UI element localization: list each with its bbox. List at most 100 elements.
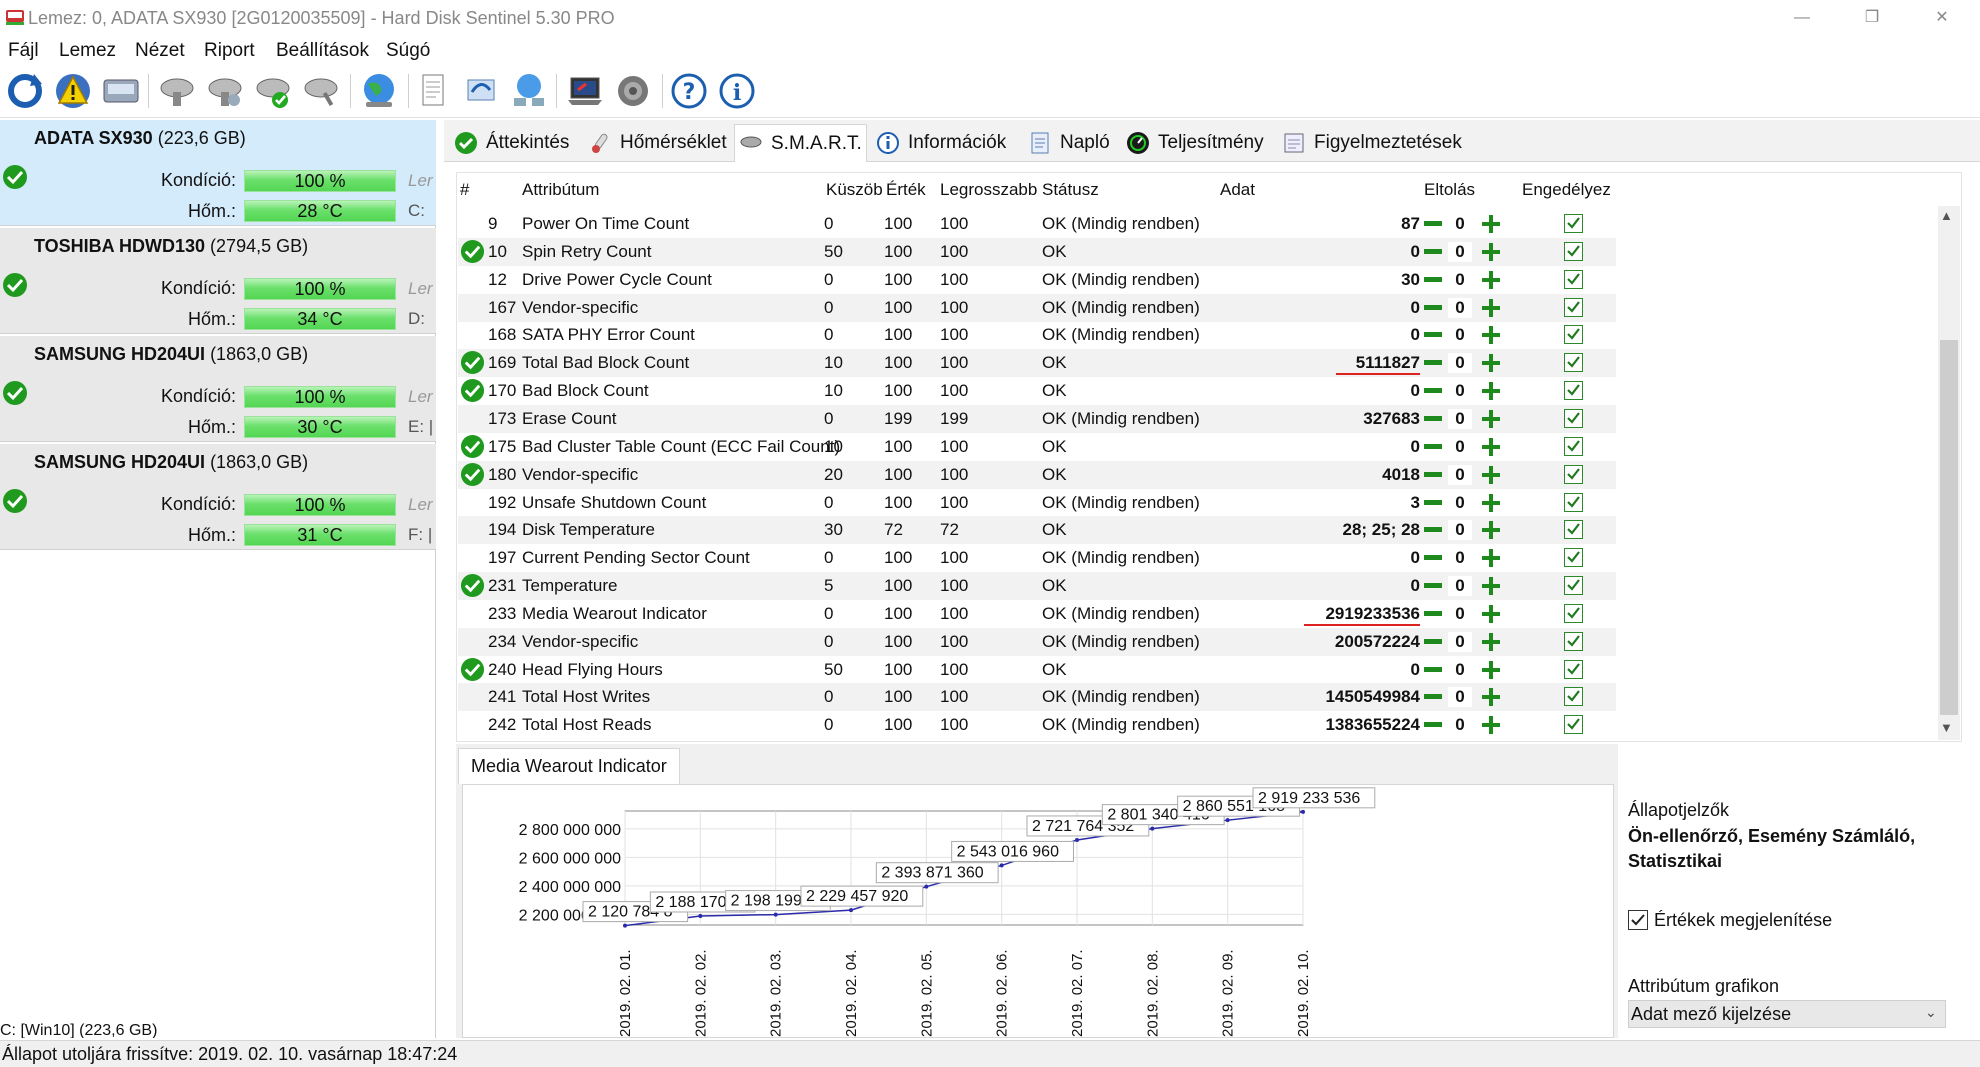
decrease-offset-button[interactable] [1424, 722, 1442, 728]
col-header-enable[interactable]: Engedélyez [1522, 180, 1611, 200]
decrease-offset-button[interactable] [1424, 415, 1442, 421]
table-row[interactable]: 234 Vendor-specific 0 100 100 OK (Mindig rend… [458, 627, 1616, 656]
table-row[interactable]: 197 Current Pending Sector Count 0 100 100 OK… [458, 544, 1616, 572]
table-row[interactable]: 240 Head Flying Hours 50 100 100 OK 0 0 [458, 656, 1616, 684]
disk-ok-icon[interactable] [252, 70, 294, 112]
offset-value[interactable]: 0 [1448, 520, 1472, 541]
decrease-offset-button[interactable] [1424, 221, 1442, 226]
enable-checkbox[interactable] [1564, 241, 1583, 261]
increase-offset-button[interactable] [1482, 409, 1500, 428]
menu-settings[interactable]: Beállítások [276, 40, 369, 62]
network-icon[interactable] [508, 70, 550, 112]
table-row[interactable]: 173 Erase Count 0 199 199 OK (Mindig rendben)… [458, 404, 1616, 433]
offset-value[interactable]: 0 [1448, 464, 1472, 485]
enable-checkbox[interactable] [1564, 631, 1583, 651]
increase-offset-button[interactable] [1482, 688, 1500, 707]
scroll-up-icon[interactable]: ▲ [1940, 208, 1953, 223]
disk-test2-icon[interactable] [204, 70, 246, 112]
decrease-offset-button[interactable] [1424, 471, 1442, 477]
decrease-offset-button[interactable] [1424, 638, 1442, 644]
menu-file[interactable]: Fájl [8, 40, 39, 62]
increase-offset-button[interactable] [1482, 215, 1500, 233]
disk-icon[interactable] [100, 70, 142, 112]
enable-checkbox[interactable] [1564, 214, 1583, 233]
increase-offset-button[interactable] [1482, 632, 1500, 651]
table-row[interactable]: 192 Unsafe Shutdown Count 0 100 100 OK (Mindi… [458, 489, 1616, 517]
globe-icon[interactable] [358, 70, 400, 112]
offset-value[interactable]: 0 [1448, 297, 1472, 318]
tab-temperature[interactable]: Hőmérséklet [584, 124, 731, 162]
table-row[interactable]: 168 SATA PHY Error Count 0 100 100 OK (Mindig… [458, 321, 1616, 349]
info-icon[interactable]: i [716, 70, 758, 112]
enable-checkbox[interactable] [1564, 325, 1583, 345]
enable-checkbox[interactable] [1564, 603, 1583, 623]
tab-smart[interactable]: S.M.A.R.T. [734, 124, 867, 162]
col-header-num[interactable]: # [460, 180, 469, 200]
table-row[interactable]: 169 Total Bad Block Count 10 100 100 OK 511182… [458, 349, 1616, 378]
scroll-down-icon[interactable]: ▼ [1940, 720, 1953, 735]
table-row[interactable]: 241 Total Host Writes 0 100 100 OK (Mindig re… [458, 683, 1616, 712]
enable-checkbox[interactable] [1564, 269, 1583, 289]
speaker-icon[interactable] [612, 70, 654, 112]
increase-offset-button[interactable] [1482, 465, 1500, 484]
refresh-icon[interactable] [4, 70, 46, 112]
table-row[interactable]: 242 Total Host Reads 0 100 100 OK (Mindig ren… [458, 711, 1616, 739]
tab-info[interactable]: Információk [872, 124, 1010, 162]
offset-value[interactable]: 0 [1448, 214, 1472, 234]
increase-offset-button[interactable] [1482, 549, 1500, 568]
disk-item[interactable]: ADATA SX930 (223,6 GB) Kondíció: 100 % Ler H… [0, 120, 436, 226]
tab-overview[interactable]: Áttekintés [450, 124, 573, 162]
decrease-offset-button[interactable] [1424, 583, 1442, 589]
table-row[interactable]: 12 Drive Power Cycle Count 0 100 100 OK (Mind… [458, 266, 1616, 294]
col-header-value[interactable]: Érték [886, 180, 926, 200]
menu-view[interactable]: Nézet [135, 40, 185, 62]
table-row[interactable]: 233 Media Wearout Indicator 0 100 100 OK (Min… [458, 600, 1616, 628]
decrease-offset-button[interactable] [1424, 332, 1442, 338]
report-icon[interactable] [412, 70, 454, 112]
chart-tab[interactable]: Media Wearout Indicator [458, 748, 680, 784]
enable-checkbox[interactable] [1564, 576, 1583, 596]
offset-value[interactable]: 0 [1448, 325, 1472, 346]
tab-log[interactable]: Napló [1024, 124, 1114, 162]
col-header-attribute[interactable]: Attribútum [522, 180, 599, 200]
increase-offset-button[interactable] [1482, 604, 1500, 623]
show-values-label[interactable]: Értékek megjelenítése [1654, 910, 1832, 931]
disk-item[interactable]: TOSHIBA HDWD130 (2794,5 GB) Kondíció: 100 … [0, 228, 436, 334]
decrease-offset-button[interactable] [1424, 304, 1442, 310]
offset-value[interactable]: 0 [1448, 659, 1472, 680]
increase-offset-button[interactable] [1482, 242, 1500, 261]
offset-value[interactable]: 0 [1448, 687, 1472, 708]
menu-disk[interactable]: Lemez [59, 40, 116, 62]
table-row[interactable]: 10 Spin Retry Count 50 100 100 OK 0 0 [458, 237, 1616, 266]
graph-select[interactable]: Adat mező kijelzése ⌄ [1628, 1000, 1946, 1028]
increase-offset-button[interactable] [1482, 382, 1500, 401]
help-icon[interactable]: ? [668, 70, 710, 112]
col-header-data[interactable]: Adat [1220, 180, 1255, 200]
increase-offset-button[interactable] [1482, 354, 1500, 373]
enable-checkbox[interactable] [1564, 353, 1583, 373]
decrease-offset-button[interactable] [1424, 666, 1442, 672]
table-row[interactable]: 167 Vendor-specific 0 100 100 OK (Mindig rend… [458, 293, 1616, 322]
enable-checkbox[interactable] [1564, 687, 1583, 707]
offset-value[interactable]: 0 [1448, 353, 1472, 374]
decrease-offset-button[interactable] [1424, 499, 1442, 505]
table-row[interactable]: 9 Power On Time Count 0 100 100 OK (Mindig re… [458, 210, 1616, 238]
offset-value[interactable]: 0 [1448, 269, 1472, 290]
decrease-offset-button[interactable] [1424, 276, 1442, 282]
disk-item[interactable]: SAMSUNG HD204UI (1863,0 GB) Kondíció: 100 … [0, 336, 436, 442]
enable-checkbox[interactable] [1564, 297, 1583, 317]
increase-offset-button[interactable] [1482, 270, 1500, 289]
offset-value[interactable]: 0 [1448, 381, 1472, 402]
tab-alerts[interactable]: Figyelmeztetések [1278, 124, 1466, 162]
enable-checkbox[interactable] [1564, 408, 1583, 428]
col-header-offset[interactable]: Eltolás [1424, 180, 1475, 200]
increase-offset-button[interactable] [1482, 716, 1500, 735]
increase-offset-button[interactable] [1482, 577, 1500, 596]
decrease-offset-button[interactable] [1424, 694, 1442, 700]
col-header-status[interactable]: Státusz [1042, 180, 1099, 200]
enable-checkbox[interactable] [1564, 464, 1583, 484]
disk-tools-icon[interactable] [300, 70, 342, 112]
warning-icon[interactable] [52, 70, 94, 112]
decrease-offset-button[interactable] [1424, 527, 1442, 533]
table-row[interactable]: 231 Temperature 5 100 100 OK 0 0 [458, 572, 1616, 601]
